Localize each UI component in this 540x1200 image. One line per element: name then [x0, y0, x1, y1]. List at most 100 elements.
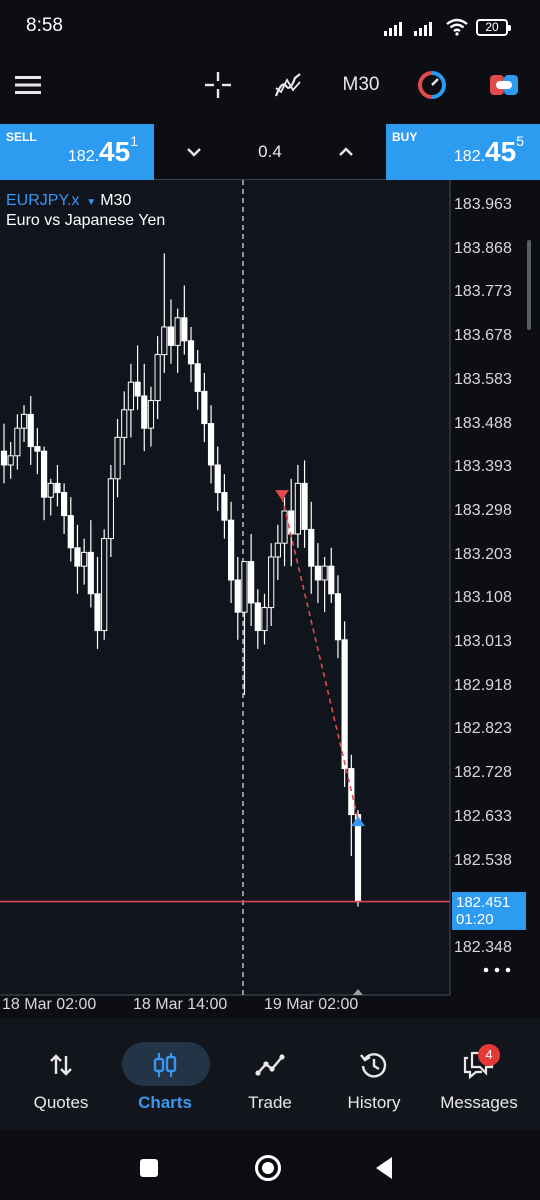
crosshair-icon [205, 72, 231, 98]
app-root: 8:58 20 M30 SELL 182.451 0.4 BUY 182.455… [0, 0, 540, 1200]
buy-button[interactable]: BUY 182.455 [386, 124, 540, 180]
candle-body [67, 515, 74, 549]
candle-body [7, 455, 14, 466]
price-tick-label: 182.348 [454, 938, 512, 956]
candle-body [241, 561, 248, 613]
candle-body [321, 565, 328, 581]
price-tick-label: 182.918 [454, 676, 512, 694]
messages-badge: 4 [478, 1044, 500, 1066]
sell-label: SELL [6, 130, 37, 144]
sell-price: 182.451 [67, 133, 138, 167]
candle-body [20, 413, 28, 429]
menu-icon [15, 76, 41, 94]
square-icon [140, 1159, 158, 1177]
nav-messages[interactable]: Messages [425, 1018, 533, 1130]
trade-objects-icon [418, 71, 446, 99]
candle-body [0, 450, 8, 466]
nav-charts[interactable]: Charts [111, 1018, 219, 1130]
nav-quotes-label: Quotes [33, 1093, 89, 1112]
price-tick-label: 182.633 [454, 807, 512, 825]
candle-body [101, 538, 108, 632]
chart-description: Euro vs Japanese Yen [6, 212, 166, 229]
candle-body [294, 482, 301, 535]
chevron-up-icon[interactable] [336, 142, 356, 162]
nav-quotes[interactable]: Quotes [7, 1018, 115, 1130]
status-bar: 8:58 20 [0, 0, 540, 54]
trade-objects-button[interactable] [410, 54, 454, 116]
one-click-trading-button[interactable] [482, 54, 526, 116]
trade-bar: SELL 182.451 0.4 BUY 182.455 [0, 124, 540, 180]
nav-charts-label: Charts [138, 1093, 192, 1112]
signal-icon-2 [414, 22, 432, 36]
time-tick-label: 18 Mar 14:00 [133, 996, 228, 1013]
candle-body [127, 381, 135, 411]
candle-body [147, 400, 155, 429]
candle-body [348, 768, 355, 816]
price-tick-label: 183.393 [454, 458, 512, 476]
candle-body [308, 528, 315, 567]
candle-body [107, 478, 114, 540]
price-tick-label: 183.868 [454, 239, 512, 257]
candle-body [254, 602, 261, 632]
candle-body [61, 492, 68, 517]
history-icon [360, 1053, 387, 1078]
candle-body [227, 519, 235, 581]
time-tick-label: 18 Mar 02:00 [2, 996, 97, 1013]
candle-body [114, 436, 121, 480]
candle-body [221, 492, 228, 521]
circle-icon [255, 1155, 281, 1181]
candle-body [234, 579, 241, 613]
price-tick-label: 182.823 [454, 720, 512, 738]
indicators-icon [274, 73, 301, 97]
nav-messages-label: Messages [440, 1093, 518, 1112]
price-tick-label: 183.773 [454, 283, 512, 301]
price-tick-label: 183.488 [454, 414, 512, 432]
price-tick-label: 183.203 [454, 545, 512, 563]
more-horizontal-icon [483, 967, 511, 973]
candle-body [341, 639, 348, 770]
candle-body [194, 363, 201, 392]
triangle-back-icon [376, 1157, 392, 1179]
candle-body [47, 482, 54, 498]
timeframe-button[interactable]: M30 [336, 54, 386, 116]
current-price-label: 182.451 01:20 [452, 892, 526, 930]
nav-trade[interactable]: Trade [216, 1018, 324, 1130]
price-tick-label: 183.963 [454, 196, 512, 213]
candle-body [207, 423, 215, 466]
status-time: 8:58 [26, 15, 63, 36]
candle-body [187, 340, 195, 365]
indicators-button[interactable] [266, 54, 310, 116]
chart-symbol[interactable]: EURJPY.x ▼ M30 [6, 192, 131, 210]
candle-body [268, 556, 275, 609]
candle-body [181, 317, 188, 342]
price-tick-label: 182.538 [454, 851, 512, 869]
crosshair-button[interactable] [196, 54, 240, 116]
back-button[interactable] [372, 1155, 396, 1181]
candle-body [141, 395, 148, 429]
nav-history-label: History [347, 1093, 401, 1112]
bottom-navigation: Quotes Charts Trade History Messages [0, 1018, 540, 1130]
sell-button[interactable]: SELL 182.451 [0, 124, 154, 180]
candle-body [121, 409, 128, 438]
buy-label: BUY [392, 130, 418, 144]
candle-body [261, 607, 268, 632]
recents-button[interactable] [138, 1157, 160, 1179]
price-tick-label: 183.298 [454, 501, 512, 519]
candle-body [201, 390, 208, 425]
menu-button[interactable] [6, 54, 50, 116]
candle-body [27, 413, 34, 448]
system-navigation [0, 1130, 540, 1200]
candle-body [81, 551, 88, 567]
candle-body [161, 326, 168, 356]
time-tick-label: 19 Mar 02:00 [264, 996, 359, 1013]
nav-history[interactable]: History [320, 1018, 428, 1130]
wifi-icon [446, 18, 468, 36]
home-button[interactable] [253, 1153, 283, 1183]
volume-stepper: 0.4 [154, 124, 386, 180]
candle-body [301, 482, 308, 530]
buy-price: 182.455 [453, 133, 524, 167]
more-options-button[interactable] [482, 960, 512, 980]
price-tick-label: 183.678 [454, 327, 512, 345]
nav-trade-label: Trade [248, 1093, 292, 1112]
price-tick-label: 183.583 [454, 370, 512, 388]
